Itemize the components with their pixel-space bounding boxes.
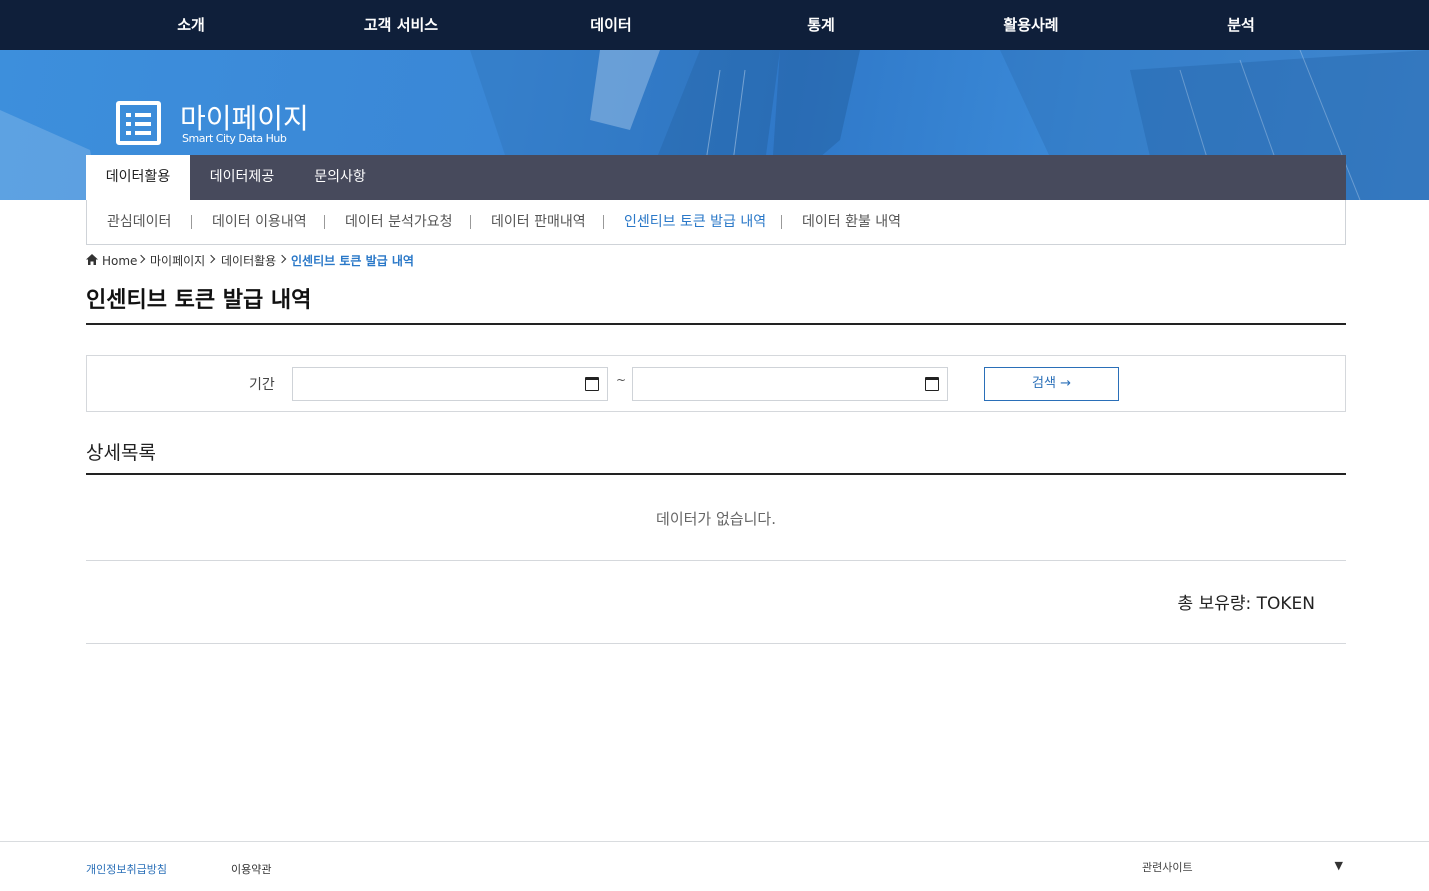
calendar-icon[interactable] (925, 377, 939, 391)
subnav-separator (603, 215, 604, 229)
subnav-separator (781, 215, 782, 229)
banner-title: 마이페이지 (180, 102, 309, 135)
chevron-right-icon (136, 254, 146, 264)
list-divider (86, 473, 1346, 475)
list-section-title: 상세목록 (86, 442, 156, 464)
end-date-input[interactable] (632, 367, 948, 401)
breadcrumb-item-data-usage[interactable]: 데이터활용 (221, 253, 276, 269)
date-range-separator: ~ (616, 373, 627, 387)
subnav-item-data-usage-history[interactable]: 데이터 이용내역 (212, 200, 307, 244)
subnav-separator (191, 215, 192, 229)
empty-message: 데이터가 없습니다. (656, 510, 776, 528)
title-divider (86, 323, 1346, 325)
breadcrumb-item-current: 인센티브 토큰 발급 내역 (291, 254, 414, 268)
search-button[interactable]: 검색 → (984, 367, 1119, 401)
chevron-right-icon (277, 254, 287, 264)
chevron-down-icon: ▼ (1334, 859, 1343, 872)
tab-data-usage[interactable]: 데이터활용 (86, 155, 190, 200)
subnav-item-favorite-data[interactable]: 관심데이터 (107, 200, 171, 244)
calendar-icon[interactable] (585, 377, 599, 391)
sub-navigation: 관심데이터 데이터 이용내역 데이터 분석가요청 데이터 판매내역 인센티브 토… (86, 200, 1346, 245)
period-label: 기간 (249, 377, 275, 393)
related-sites-select[interactable]: 관련사이트 ▼ (1142, 859, 1347, 875)
privacy-policy-link[interactable]: 개인정보취급방침 (86, 861, 167, 877)
home-icon[interactable] (86, 254, 98, 265)
breadcrumb-home[interactable]: Home (102, 253, 137, 269)
topnav-item-customer-service[interactable]: 고객 서비스 (321, 0, 481, 50)
related-sites-label: 관련사이트 (1142, 861, 1193, 874)
topnav-item-use-cases[interactable]: 활용사례 (951, 0, 1111, 50)
section-tabs: 데이터활용 데이터제공 문의사항 (86, 155, 1346, 200)
terms-link[interactable]: 이용약관 (231, 861, 271, 877)
subnav-item-incentive-token[interactable]: 인센티브 토큰 발급 내역 (624, 200, 766, 244)
footer-divider (0, 841, 1429, 842)
subnav-item-refund-history[interactable]: 데이터 환불 내역 (802, 200, 901, 244)
total-divider (86, 643, 1346, 644)
topnav-item-analysis[interactable]: 분석 (1161, 0, 1321, 50)
list-bottom-divider (86, 560, 1346, 561)
subnav-item-analyst-request[interactable]: 데이터 분석가요청 (345, 200, 453, 244)
topnav-item-statistics[interactable]: 통계 (741, 0, 901, 50)
tab-inquiries[interactable]: 문의사항 (294, 155, 386, 200)
start-date-input[interactable] (292, 367, 608, 401)
topnav-item-data[interactable]: 데이터 (531, 0, 691, 50)
list-document-icon (116, 101, 161, 145)
topnav-item-intro[interactable]: 소개 (111, 0, 271, 50)
total-token-balance: 총 보유량: TOKEN (1177, 594, 1315, 614)
subnav-separator (324, 215, 325, 229)
banner-subtitle: Smart City Data Hub (182, 132, 287, 145)
subnav-item-sales-history[interactable]: 데이터 판매내역 (491, 200, 586, 244)
top-navigation: 소개 고객 서비스 데이터 통계 활용사례 분석 (0, 0, 1429, 50)
breadcrumb-item-mypage[interactable]: 마이페이지 (150, 253, 205, 269)
chevron-right-icon (206, 254, 216, 264)
page-title: 인센티브 토큰 발급 내역 (86, 288, 312, 313)
subnav-separator (470, 215, 471, 229)
tab-data-provision[interactable]: 데이터제공 (190, 155, 294, 200)
